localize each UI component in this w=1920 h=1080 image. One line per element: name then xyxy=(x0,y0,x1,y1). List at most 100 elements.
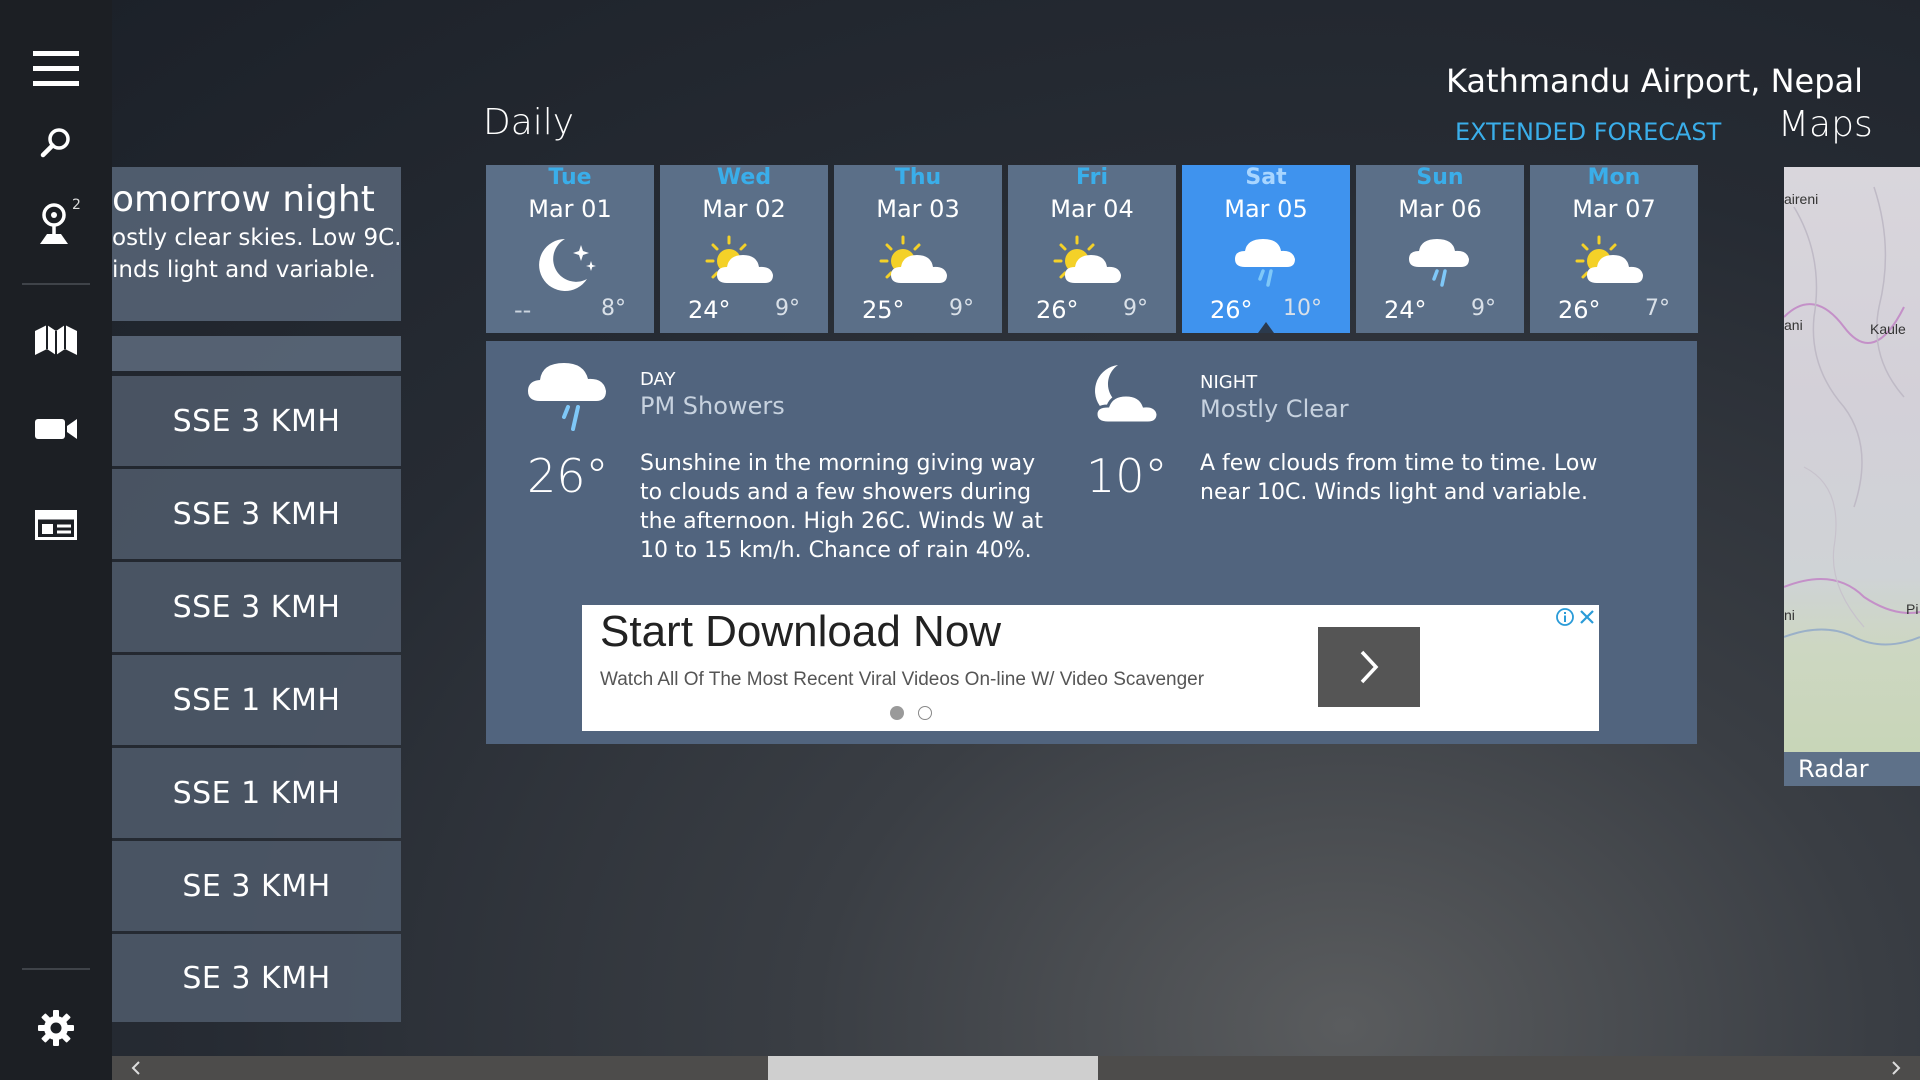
map-place-label: Kaule xyxy=(1870,321,1906,337)
news-icon xyxy=(35,510,77,540)
day-date: Mar 07 xyxy=(1572,195,1656,223)
moon-stars-icon xyxy=(539,239,596,291)
map-icon xyxy=(35,325,77,355)
map-place-label: ani xyxy=(1784,317,1803,333)
extended-forecast-link[interactable]: EXTENDED FORECAST xyxy=(1455,118,1721,146)
nav-divider xyxy=(22,283,90,285)
wind-row: SSE 1 KMH xyxy=(112,748,401,838)
settings-button[interactable] xyxy=(0,988,112,1068)
location-title: Kathmandu Airport, Nepal xyxy=(1446,62,1863,100)
night-temperature: 10° xyxy=(1086,449,1168,503)
news-nav-button[interactable] xyxy=(0,485,112,565)
maps-nav-button[interactable] xyxy=(0,300,112,380)
places-button[interactable]: 2 xyxy=(0,183,112,263)
selected-day-pointer xyxy=(1258,322,1274,333)
day-low: 9° xyxy=(1123,296,1148,321)
day-name: Tue xyxy=(548,165,592,190)
day-tile-fri[interactable]: Fri Mar 04 26° 9° xyxy=(1008,165,1176,333)
radar-map-thumbnail[interactable]: aireni ani Kaule ni Pi xyxy=(1784,167,1920,752)
day-date: Mar 06 xyxy=(1398,195,1482,223)
ad-page-dot[interactable] xyxy=(918,706,932,720)
day-low: 9° xyxy=(775,296,800,321)
wind-row: SSE 3 KMH xyxy=(112,562,401,652)
ad-banner[interactable]: Start Download Now Watch All Of The Most… xyxy=(582,605,1599,731)
menu-icon xyxy=(33,51,79,86)
day-high: 26° xyxy=(1210,296,1253,324)
info-icon[interactable] xyxy=(1555,607,1575,627)
day-high: 25° xyxy=(862,296,905,324)
hourly-summary-title: omorrow night xyxy=(112,179,375,220)
hourly-summary-card[interactable]: omorrow night ostly clear skies. Low 9C.… xyxy=(112,167,401,321)
ad-title[interactable]: Start Download Now xyxy=(600,607,1001,657)
day-date: Mar 02 xyxy=(702,195,786,223)
day-high: -- xyxy=(514,296,532,324)
chevron-left-icon xyxy=(131,1061,140,1075)
day-detail-panel: DAY PM Showers 26° Sunshine in the morni… xyxy=(486,341,1697,744)
day-tile-thu[interactable]: Thu Mar 03 25° 9° xyxy=(834,165,1002,333)
hourly-summary-line: ostly clear skies. Low 9C. xyxy=(112,225,401,251)
night-condition: Mostly Clear xyxy=(1200,395,1349,423)
moon-cloud-icon xyxy=(1094,365,1160,425)
day-tile-mon[interactable]: Mon Mar 07 26° 7° xyxy=(1530,165,1698,333)
day-low: 10° xyxy=(1283,296,1322,321)
scroll-right-button[interactable] xyxy=(1884,1056,1908,1080)
search-icon xyxy=(40,128,70,158)
map-terrain xyxy=(1784,186,1920,646)
video-nav-button[interactable] xyxy=(0,389,112,469)
video-icon xyxy=(35,419,77,439)
menu-button[interactable] xyxy=(0,29,112,109)
wind-label: SSE 1 KMH xyxy=(172,682,341,718)
chevron-right-icon xyxy=(1892,1061,1901,1075)
chevron-right-icon xyxy=(1360,650,1379,684)
favorites-count-badge: 2 xyxy=(72,197,81,213)
day-high: 24° xyxy=(688,296,731,324)
day-temperature: 26° xyxy=(527,449,609,503)
day-low: 8° xyxy=(601,296,626,321)
wind-label: SE 3 KMH xyxy=(182,868,331,904)
radar-caption[interactable]: Radar xyxy=(1784,752,1920,786)
hourly-summary-line: inds light and variable. xyxy=(112,257,376,283)
day-description: Sunshine in the morning giving way to cl… xyxy=(640,451,1044,563)
wind-row: SSE 3 KMH xyxy=(112,469,401,559)
day-tile-wed[interactable]: Wed Mar 02 24° 9° xyxy=(660,165,828,333)
scroll-thumb[interactable] xyxy=(768,1056,1098,1080)
day-name: Thu xyxy=(894,165,942,190)
day-name: Mon xyxy=(1587,165,1641,190)
day-tile-tue[interactable]: Tue Mar 01 -- 8° xyxy=(486,165,654,333)
gear-icon xyxy=(38,1010,74,1046)
wind-label: SSE 3 KMH xyxy=(172,496,341,532)
night-label: NIGHT xyxy=(1200,372,1258,393)
day-high: 26° xyxy=(1558,296,1601,324)
wind-label: SE 3 KMH xyxy=(182,960,331,996)
day-low: 7° xyxy=(1645,296,1670,321)
day-date: Mar 03 xyxy=(876,195,960,223)
ad-page-dot-active[interactable] xyxy=(890,706,904,720)
nav-divider xyxy=(22,968,90,970)
partly-sunny-icon xyxy=(1053,235,1121,283)
horizontal-scrollbar[interactable] xyxy=(112,1056,1920,1080)
night-description: A few clouds from time to time. Low near… xyxy=(1200,451,1598,505)
scroll-left-button[interactable] xyxy=(124,1056,148,1080)
day-name: Fri xyxy=(1075,165,1108,190)
day-name: Sun xyxy=(1416,165,1464,190)
rain-cloud-icon xyxy=(1409,239,1469,287)
day-name: Wed xyxy=(716,165,772,190)
ad-next-button[interactable] xyxy=(1318,627,1420,707)
day-tile-sun[interactable]: Sun Mar 06 24° 9° xyxy=(1356,165,1524,333)
day-name: Sat xyxy=(1245,165,1287,190)
day-condition: PM Showers xyxy=(640,392,785,420)
nav-rail: 2 xyxy=(0,0,112,1080)
close-icon[interactable] xyxy=(1577,607,1597,627)
map-place-label: aireni xyxy=(1784,191,1819,207)
rain-cloud-icon xyxy=(1235,239,1295,287)
maps-title: Maps xyxy=(1778,104,1873,145)
day-low: 9° xyxy=(1471,296,1496,321)
search-button[interactable] xyxy=(0,103,112,183)
rain-cloud-icon xyxy=(528,363,606,431)
map-place-label: ni xyxy=(1784,607,1795,623)
day-tile-sat[interactable]: Sat Mar 05 26° 10° xyxy=(1182,165,1350,333)
partly-sunny-icon xyxy=(1575,235,1643,283)
ad-subtitle: Watch All Of The Most Recent Viral Video… xyxy=(600,669,1205,690)
wind-label: SSE 3 KMH xyxy=(172,589,341,625)
day-date: Mar 01 xyxy=(528,195,612,223)
